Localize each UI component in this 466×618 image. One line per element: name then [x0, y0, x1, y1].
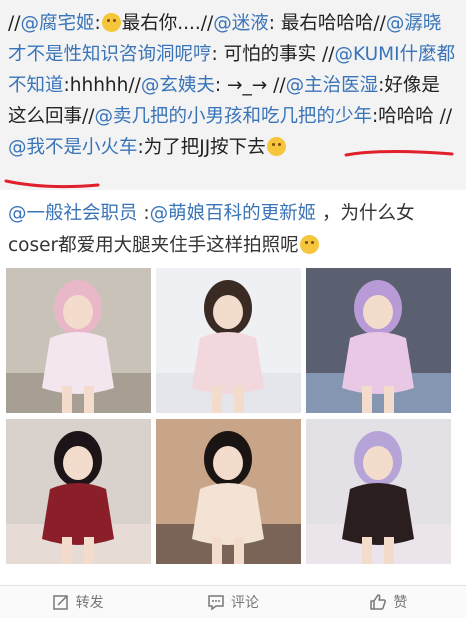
comment-text: : →_→ //	[214, 75, 286, 96]
comment-text: 最右你....//	[121, 13, 214, 34]
red-underline-annotation	[344, 150, 454, 157]
photo-twin-tails-white[interactable]	[156, 268, 301, 413]
comment-text: : 最右哈哈哈//	[268, 13, 386, 34]
comment-icon	[208, 595, 224, 611]
comment-text: : 可怕的事实 //	[211, 44, 335, 65]
user-mention-link[interactable]: @腐宅姬	[20, 13, 94, 34]
user-mention-link[interactable]: @一般社会职员	[8, 203, 138, 224]
like-button[interactable]: 赞	[311, 586, 466, 618]
like-label: 赞	[393, 595, 408, 611]
photo-lavender-hoodie[interactable]	[306, 419, 451, 564]
repost-text: //@腐宅姬: 最右你....//@迷液: 最右哈哈哈//@潺晓才不是性知识咨询洞…	[8, 8, 456, 163]
original-post-text: @一般社会职员 :@萌娘百科的更新姬 ，为什么女coser都爱用大腿夹住手这样拍…	[8, 198, 458, 262]
like-icon	[370, 594, 387, 610]
comment-text: :哈哈哈 //	[371, 106, 453, 127]
repost-button[interactable]: 转发	[0, 586, 155, 618]
user-mention-link[interactable]: @迷液	[213, 13, 269, 34]
repost-icon	[52, 595, 68, 610]
comment-text: //	[8, 13, 21, 34]
comment-text: :	[94, 13, 101, 34]
user-mention-link[interactable]: @玄姨夫	[141, 75, 215, 96]
photo-street-pink-hair[interactable]	[6, 268, 151, 413]
repost-label: 转发	[75, 595, 104, 611]
photo-plaid-dress[interactable]	[6, 419, 151, 564]
comment-text: :hhhhh//	[63, 75, 141, 96]
red-underline-annotation	[4, 179, 100, 189]
photo-purple-hair-crowd[interactable]	[306, 268, 451, 413]
smile-face-emoji-icon	[299, 235, 319, 254]
comment-button[interactable]: 评论	[155, 586, 310, 618]
user-mention-link[interactable]: @我不是小火车	[8, 137, 138, 158]
user-mention-link[interactable]: @卖几把的小男孩和吃几把的少年	[94, 106, 372, 127]
comment-label: 评论	[230, 595, 259, 611]
original-post: @一般社会职员 :@萌娘百科的更新姬 ，为什么女coser都爱用大腿夹住手这样拍…	[0, 198, 466, 262]
cat-face-emoji-icon	[101, 13, 121, 32]
comment-text: :	[137, 203, 150, 224]
cat-face-emoji-icon	[266, 137, 286, 156]
user-mention-link[interactable]: @萌娘百科的更新姬	[150, 203, 317, 224]
action-bar: 转发 评论 赞	[0, 585, 466, 618]
comment-text: :为了把JJ按下去	[137, 137, 266, 158]
photo-checker-dress[interactable]	[156, 419, 301, 564]
user-mention-link[interactable]: @主治医湿	[286, 75, 379, 96]
